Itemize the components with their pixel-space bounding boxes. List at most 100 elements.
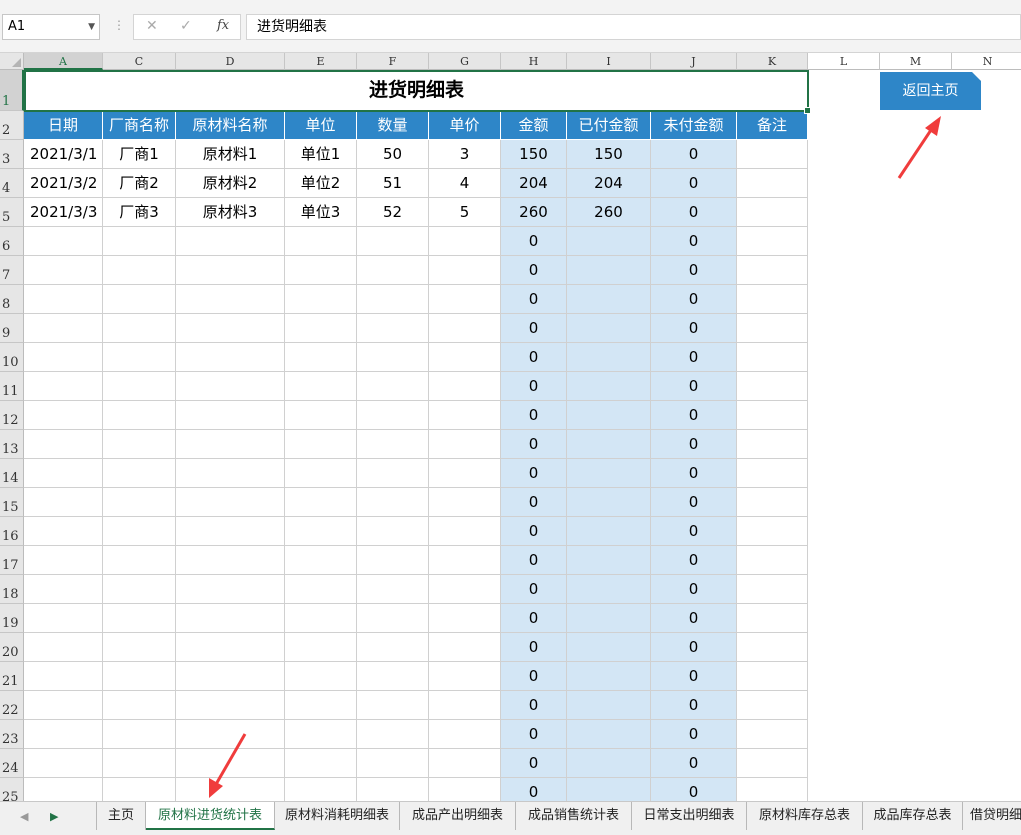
- table-cell[interactable]: [357, 401, 429, 430]
- table-cell[interactable]: [357, 256, 429, 285]
- table-cell[interactable]: [737, 546, 808, 575]
- table-cell[interactable]: [429, 604, 501, 633]
- table-cell[interactable]: [285, 720, 357, 749]
- table-cell[interactable]: [737, 662, 808, 691]
- table-cell[interactable]: 单位3: [285, 198, 357, 227]
- column-header-cell[interactable]: 备注: [737, 111, 808, 140]
- table-cell[interactable]: 0: [651, 401, 737, 430]
- table-cell[interactable]: 0: [651, 285, 737, 314]
- table-cell[interactable]: [285, 662, 357, 691]
- table-cell[interactable]: [24, 372, 103, 401]
- table-cell[interactable]: [429, 662, 501, 691]
- table-cell[interactable]: [429, 633, 501, 662]
- table-cell[interactable]: [737, 633, 808, 662]
- table-cell[interactable]: [103, 720, 176, 749]
- table-cell[interactable]: [357, 720, 429, 749]
- table-cell[interactable]: [103, 285, 176, 314]
- column-header-h[interactable]: H: [501, 53, 567, 70]
- table-cell[interactable]: 0: [501, 720, 567, 749]
- table-cell[interactable]: [285, 372, 357, 401]
- table-cell[interactable]: [103, 401, 176, 430]
- table-cell[interactable]: [737, 430, 808, 459]
- table-cell[interactable]: [176, 517, 285, 546]
- table-cell[interactable]: [103, 343, 176, 372]
- table-cell[interactable]: [737, 517, 808, 546]
- table-cell[interactable]: [285, 691, 357, 720]
- table-cell[interactable]: [567, 459, 651, 488]
- table-cell[interactable]: [567, 372, 651, 401]
- table-cell[interactable]: [103, 314, 176, 343]
- table-cell[interactable]: 0: [651, 372, 737, 401]
- column-header-cell[interactable]: 单价: [429, 111, 501, 140]
- table-cell[interactable]: 0: [651, 575, 737, 604]
- table-cell[interactable]: [176, 343, 285, 372]
- table-cell[interactable]: [176, 662, 285, 691]
- table-cell[interactable]: [24, 227, 103, 256]
- sheet-tab[interactable]: 成品销售统计表: [516, 802, 632, 830]
- table-cell[interactable]: [176, 575, 285, 604]
- table-cell[interactable]: [176, 488, 285, 517]
- select-all-button[interactable]: [0, 53, 24, 70]
- row-header-10[interactable]: 10: [0, 343, 24, 372]
- table-cell[interactable]: 52: [357, 198, 429, 227]
- table-cell[interactable]: [357, 517, 429, 546]
- table-cell[interactable]: 原材料3: [176, 198, 285, 227]
- table-cell[interactable]: [567, 662, 651, 691]
- table-cell[interactable]: [103, 604, 176, 633]
- table-cell[interactable]: [737, 256, 808, 285]
- table-cell[interactable]: 204: [501, 169, 567, 198]
- table-cell[interactable]: 0: [651, 198, 737, 227]
- table-cell[interactable]: 厂商3: [103, 198, 176, 227]
- table-cell[interactable]: 0: [651, 343, 737, 372]
- table-cell[interactable]: [103, 227, 176, 256]
- table-cell[interactable]: [176, 691, 285, 720]
- row-header-24[interactable]: 24: [0, 749, 24, 778]
- column-header-d[interactable]: D: [176, 53, 285, 70]
- table-cell[interactable]: [357, 372, 429, 401]
- table-cell[interactable]: 2021/3/2: [24, 169, 103, 198]
- row-header-8[interactable]: 8: [0, 285, 24, 314]
- cancel-icon[interactable]: ✕: [146, 18, 158, 34]
- table-cell[interactable]: 0: [651, 778, 737, 801]
- table-cell[interactable]: [103, 778, 176, 801]
- table-cell[interactable]: 0: [651, 256, 737, 285]
- table-cell[interactable]: [357, 227, 429, 256]
- column-header-cell[interactable]: 数量: [357, 111, 429, 140]
- table-cell[interactable]: [357, 691, 429, 720]
- table-cell[interactable]: [357, 430, 429, 459]
- table-cell[interactable]: [24, 256, 103, 285]
- table-cell[interactable]: [24, 401, 103, 430]
- table-cell[interactable]: 0: [501, 285, 567, 314]
- table-cell[interactable]: 0: [651, 720, 737, 749]
- table-cell[interactable]: [737, 372, 808, 401]
- column-header-m[interactable]: M: [880, 53, 952, 70]
- name-box[interactable]: A1 ▼: [2, 14, 100, 40]
- table-cell[interactable]: [285, 314, 357, 343]
- table-cell[interactable]: [24, 517, 103, 546]
- table-cell[interactable]: [176, 546, 285, 575]
- column-header-cell[interactable]: 未付金额: [651, 111, 737, 140]
- column-header-i[interactable]: I: [567, 53, 651, 70]
- table-cell[interactable]: 0: [651, 604, 737, 633]
- table-cell[interactable]: [285, 488, 357, 517]
- table-cell[interactable]: [285, 285, 357, 314]
- sheet-tab[interactable]: 成品产出明细表: [400, 802, 516, 830]
- row-header-23[interactable]: 23: [0, 720, 24, 749]
- table-cell[interactable]: 0: [651, 227, 737, 256]
- table-cell[interactable]: 0: [501, 546, 567, 575]
- table-cell[interactable]: [24, 546, 103, 575]
- table-cell[interactable]: [357, 488, 429, 517]
- table-cell[interactable]: [737, 720, 808, 749]
- table-cell[interactable]: [357, 314, 429, 343]
- row-header-20[interactable]: 20: [0, 633, 24, 662]
- table-cell[interactable]: 0: [651, 749, 737, 778]
- table-cell[interactable]: 0: [651, 459, 737, 488]
- table-cell[interactable]: [567, 430, 651, 459]
- table-cell[interactable]: [567, 285, 651, 314]
- table-cell[interactable]: 0: [501, 633, 567, 662]
- table-cell[interactable]: [103, 749, 176, 778]
- table-cell[interactable]: [429, 691, 501, 720]
- table-cell[interactable]: [737, 691, 808, 720]
- row-header-14[interactable]: 14: [0, 459, 24, 488]
- sheet-title-cell[interactable]: 进货明细表: [24, 70, 811, 114]
